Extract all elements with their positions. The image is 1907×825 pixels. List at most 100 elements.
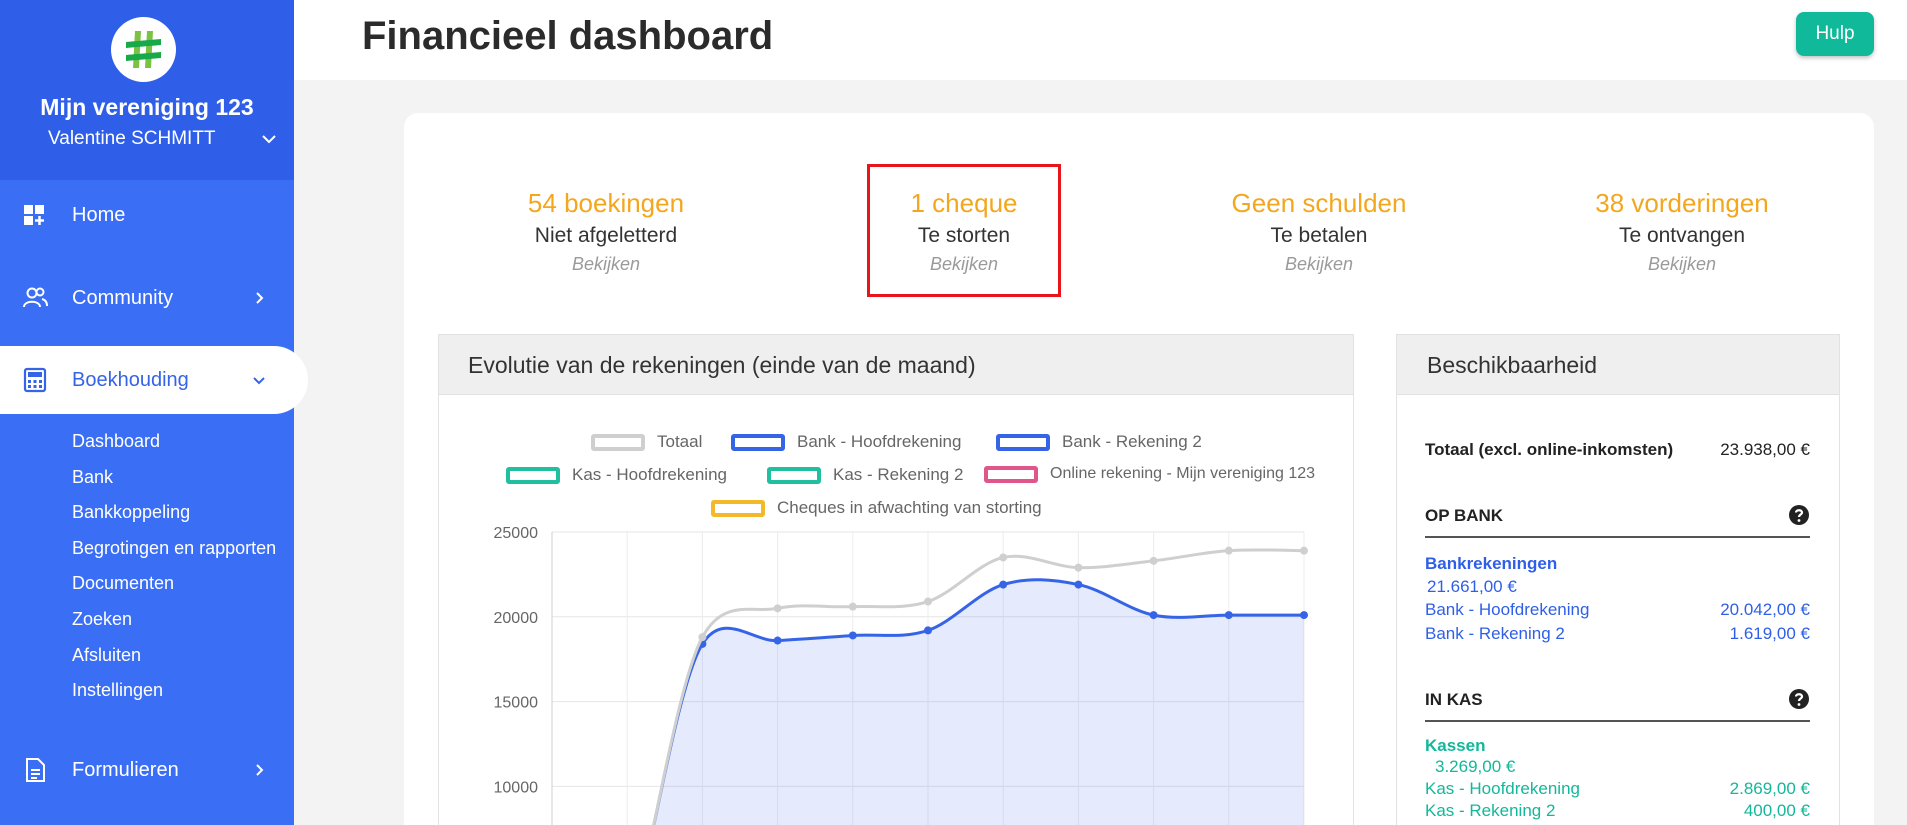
page-header: Financieel dashboard Hulp (294, 0, 1907, 80)
cash-account-label[interactable]: Kas - Rekening 2 (1425, 801, 1555, 821)
help-circle-icon[interactable] (1788, 504, 1810, 526)
legend-item-kas-rekening-2[interactable]: Kas - Rekening 2 (767, 465, 963, 485)
legend-label: Bank - Hoofdrekening (797, 432, 962, 451)
sidebar-subitem-afsluiten[interactable]: Afsluiten (72, 645, 141, 666)
chevron-down-icon[interactable] (258, 128, 280, 150)
legend-item-bank-hoofdrekening[interactable]: Bank - Hoofdrekening (731, 432, 961, 452)
sidebar-item-label: Community (72, 286, 174, 309)
data-point[interactable] (1224, 611, 1233, 620)
kpi-value: Geen schulden (1231, 188, 1407, 218)
y-tick-label: 15000 (494, 695, 539, 712)
y-tick-label: 20000 (494, 610, 539, 627)
sidebar-subitem-zoeken[interactable]: Zoeken (72, 609, 132, 630)
total-value: 23.938,00 € (1720, 440, 1810, 459)
legend-swatch (731, 433, 785, 451)
page-title: Financieel dashboard (362, 14, 774, 58)
sidebar-item-formulieren[interactable]: Formulieren (0, 736, 294, 804)
data-point[interactable] (698, 633, 707, 642)
kpi-debts: Geen schulden Te betalen Bekijken (1169, 185, 1469, 277)
sidebar-subitem-dashboard[interactable]: Dashboard (72, 431, 160, 452)
user-name[interactable]: Valentine SCHMITT (48, 128, 216, 150)
cash-account-value: 400,00 € (1743, 801, 1810, 820)
legend-item-online-rekening[interactable]: Online rekening - Mijn vereniging 123 (984, 465, 1315, 483)
chevron-down-icon (253, 377, 265, 385)
data-point[interactable] (1149, 556, 1158, 565)
bank-account-value: 1.619,00 € (1729, 624, 1810, 643)
sidebar-subitem-begrotingen[interactable]: Begrotingen en rapporten (72, 538, 276, 559)
kpi-unlettered-entries: 54 boekingen Niet afgeletterd Bekijken (456, 185, 756, 277)
bank-group-title[interactable]: Bankrekeningen (1425, 554, 1557, 574)
legend-swatch (984, 465, 1038, 483)
line-chart: 25000 20000 15000 10000 (494, 525, 1308, 825)
y-tick-label: 25000 (494, 525, 539, 542)
data-point[interactable] (1224, 546, 1233, 555)
cash-group-total: 3.269,00 € (1435, 757, 1516, 776)
data-point[interactable] (1149, 611, 1158, 620)
legend-item-totaal[interactable]: Totaal (591, 432, 702, 452)
legend-swatch (591, 433, 645, 451)
cash-account-label[interactable]: Kas - Hoofdrekening (1425, 779, 1580, 799)
chevron-right-icon (256, 764, 264, 776)
y-axis-ticks: 25000 20000 15000 10000 (494, 525, 539, 796)
data-point[interactable] (999, 580, 1008, 589)
legend-swatch (996, 433, 1050, 451)
legend-swatch (506, 466, 560, 484)
users-icon (23, 287, 48, 308)
sidebar-subitem-bankkoppeling[interactable]: Bankkoppeling (72, 502, 190, 523)
sidebar-item-home[interactable]: Home (0, 181, 294, 249)
legend-label: Totaal (657, 432, 703, 451)
legend-label: Kas - Rekening 2 (833, 465, 964, 484)
cash-group-title[interactable]: Kassen (1425, 736, 1485, 756)
data-point[interactable] (1300, 611, 1308, 620)
legend-label: Bank - Rekening 2 (1062, 432, 1202, 451)
data-point[interactable] (1300, 546, 1308, 555)
bank-account-label[interactable]: Bank - Rekening 2 (1425, 624, 1565, 644)
sidebar-subitem-documenten[interactable]: Documenten (72, 573, 174, 594)
chart-title: Evolutie van de rekeningen (einde van de… (468, 352, 976, 378)
organization-logo[interactable] (111, 17, 176, 82)
bank-section-title: OP BANK (1425, 506, 1504, 525)
sidebar-item-label: Boekhouding (72, 368, 189, 391)
data-point[interactable] (773, 636, 782, 645)
legend-label: Kas - Hoofdrekening (572, 465, 727, 484)
data-point[interactable] (924, 626, 932, 635)
sidebar: Mijn vereniging 123 Valentine SCHMITT Ho… (0, 0, 308, 825)
legend-item-bank-rekening-2[interactable]: Bank - Rekening 2 (996, 432, 1202, 452)
bank-account-value: 20.042,00 € (1720, 600, 1810, 619)
section-divider (1425, 536, 1810, 538)
chevron-right-icon (256, 292, 264, 304)
legend-label: Online rekening - Mijn vereniging 123 (1050, 465, 1316, 482)
kpi-view-link[interactable]: Bekijken (1169, 251, 1469, 277)
sidebar-item-label: Home (72, 203, 126, 226)
kpi-label: Te betalen (1270, 224, 1368, 247)
sidebar-subitem-instellingen[interactable]: Instellingen (72, 680, 163, 701)
cash-account-value: 2.869,00 € (1729, 779, 1810, 798)
data-point[interactable] (924, 597, 932, 606)
calculator-icon (23, 367, 47, 393)
kpi-view-link[interactable]: Bekijken (1532, 251, 1832, 277)
data-point[interactable] (999, 553, 1008, 562)
bank-account-label[interactable]: Bank - Hoofdrekening (1425, 600, 1589, 620)
data-point[interactable] (773, 604, 782, 613)
help-button[interactable]: Hulp (1796, 12, 1874, 56)
document-icon (26, 758, 45, 782)
data-point[interactable] (848, 631, 857, 640)
organization-name: Mijn vereniging 123 (40, 94, 254, 120)
availability-panel-header: Beschikbaarheid (1397, 335, 1839, 395)
highlight-box (867, 164, 1061, 297)
availability-title: Beschikbaarheid (1427, 352, 1598, 378)
help-circle-icon[interactable] (1788, 688, 1810, 710)
legend-swatch (767, 466, 821, 484)
kpi-label: Niet afgeletterd (534, 224, 678, 247)
sidebar-item-community[interactable]: Community (0, 264, 294, 332)
sidebar-header: Mijn vereniging 123 Valentine SCHMITT (0, 0, 294, 180)
data-point[interactable] (1074, 563, 1083, 572)
data-point[interactable] (1074, 580, 1083, 589)
legend-item-kas-hoofdrekening[interactable]: Kas - Hoofdrekening (506, 465, 727, 485)
section-divider (1425, 720, 1810, 722)
data-point[interactable] (848, 602, 857, 611)
sidebar-item-label: Formulieren (72, 758, 179, 781)
kpi-view-link[interactable]: Bekijken (456, 251, 756, 277)
sidebar-item-boekhouding[interactable]: Boekhouding (0, 346, 308, 414)
sidebar-subitem-bank[interactable]: Bank (72, 467, 113, 488)
